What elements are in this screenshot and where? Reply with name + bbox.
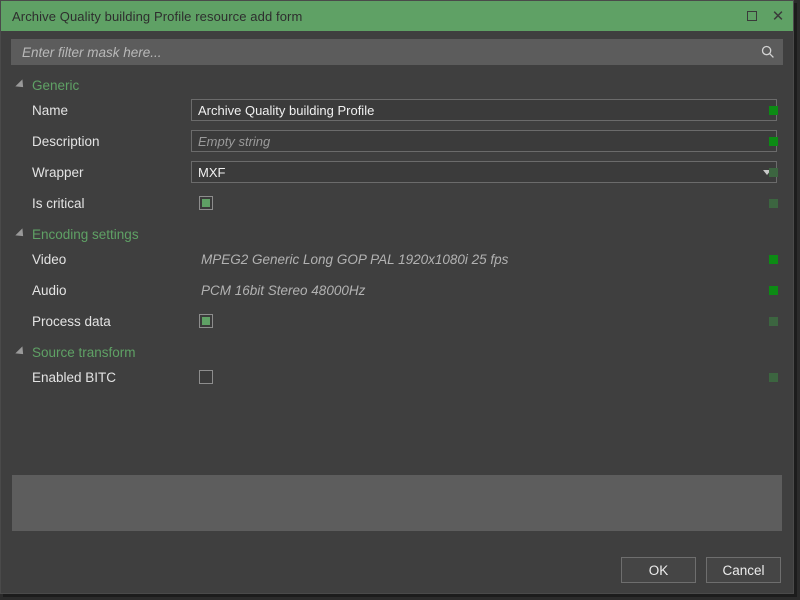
field-control: MXF (191, 161, 793, 183)
text-input[interactable]: Empty string (191, 130, 777, 152)
field-control (191, 370, 793, 384)
form-row: Description Empty string (1, 128, 793, 154)
status-indicator (769, 316, 778, 326)
checkbox[interactable] (199, 370, 213, 384)
cancel-button[interactable]: Cancel (706, 557, 781, 583)
status-indicator (769, 167, 778, 177)
section-header-label: Encoding settings (32, 226, 139, 242)
status-indicator (769, 105, 778, 115)
readonly-value: PCM 16bit Stereo 48000Hz (201, 282, 366, 298)
field-label: Enabled BITC (32, 369, 117, 385)
form-row: Enabled BITC (1, 364, 793, 390)
dialog-footer: OK Cancel (1, 547, 793, 593)
expand-triangle-icon[interactable] (15, 228, 27, 240)
field-label: Description (32, 133, 100, 149)
dropdown-value: MXF (198, 164, 226, 180)
section-header[interactable]: Source transform (1, 339, 793, 365)
form-body: Generic Name Archive Quality building Prof… (1, 71, 793, 547)
status-indicator (769, 285, 778, 295)
text-input[interactable]: Archive Quality building Profile (191, 99, 777, 121)
filter-input[interactable]: Enter filter mask here... (11, 39, 783, 65)
checkbox[interactable] (199, 196, 213, 210)
preview-panel (12, 475, 782, 531)
section-header[interactable]: Generic (1, 72, 793, 98)
title-bar: Archive Quality building Profile resourc… (1, 1, 793, 31)
filter-bar-container: Enter filter mask here... (1, 31, 793, 71)
window-title: Archive Quality building Profile resourc… (12, 8, 303, 24)
status-indicator (769, 372, 778, 382)
readonly-value: MPEG2 Generic Long GOP PAL 1920x1080i 25… (201, 251, 509, 267)
field-label: Name (32, 102, 69, 118)
window-controls: ✕ (739, 1, 791, 31)
checkbox[interactable] (199, 314, 213, 328)
maximize-icon (747, 11, 757, 21)
filter-placeholder: Enter filter mask here... (22, 44, 162, 60)
expand-triangle-icon[interactable] (15, 79, 27, 91)
form-row: Video MPEG2 Generic Long GOP PAL 1920x108… (1, 246, 793, 272)
field-label: Video (32, 251, 67, 267)
dropdown-select[interactable]: MXF (191, 161, 777, 183)
section-header-label: Generic (32, 77, 80, 93)
checkbox-tick-icon (202, 199, 210, 207)
dialog-window: Archive Quality building Profile resourc… (0, 0, 794, 594)
close-icon: ✕ (771, 6, 785, 25)
form-row: Wrapper MXF (1, 159, 793, 185)
field-label: Audio (32, 282, 67, 298)
form-row: Is critical (1, 190, 793, 216)
section-header[interactable]: Encoding settings (1, 221, 793, 247)
field-control (191, 314, 793, 328)
search-icon[interactable] (760, 44, 776, 60)
field-control (191, 196, 793, 210)
status-indicator (769, 198, 778, 208)
form-row: Process data (1, 308, 793, 334)
field-control: Archive Quality building Profile (191, 99, 793, 121)
section-header-label: Source transform (32, 344, 136, 360)
expand-triangle-icon[interactable] (15, 346, 27, 358)
field-control: PCM 16bit Stereo 48000Hz (191, 283, 793, 298)
maximize-button[interactable] (739, 1, 765, 31)
field-label: Wrapper (32, 164, 84, 180)
field-control: Empty string (191, 130, 793, 152)
form-row: Name Archive Quality building Profile (1, 97, 793, 123)
status-indicator (769, 254, 778, 264)
checkbox-tick-icon (202, 317, 210, 325)
close-button[interactable]: ✕ (765, 1, 791, 31)
ok-button[interactable]: OK (621, 557, 696, 583)
field-control: MPEG2 Generic Long GOP PAL 1920x1080i 25… (191, 252, 793, 267)
field-label: Process data (32, 313, 111, 329)
form-row: Audio PCM 16bit Stereo 48000Hz (1, 277, 793, 303)
status-indicator (769, 136, 778, 146)
field-label: Is critical (32, 195, 85, 211)
